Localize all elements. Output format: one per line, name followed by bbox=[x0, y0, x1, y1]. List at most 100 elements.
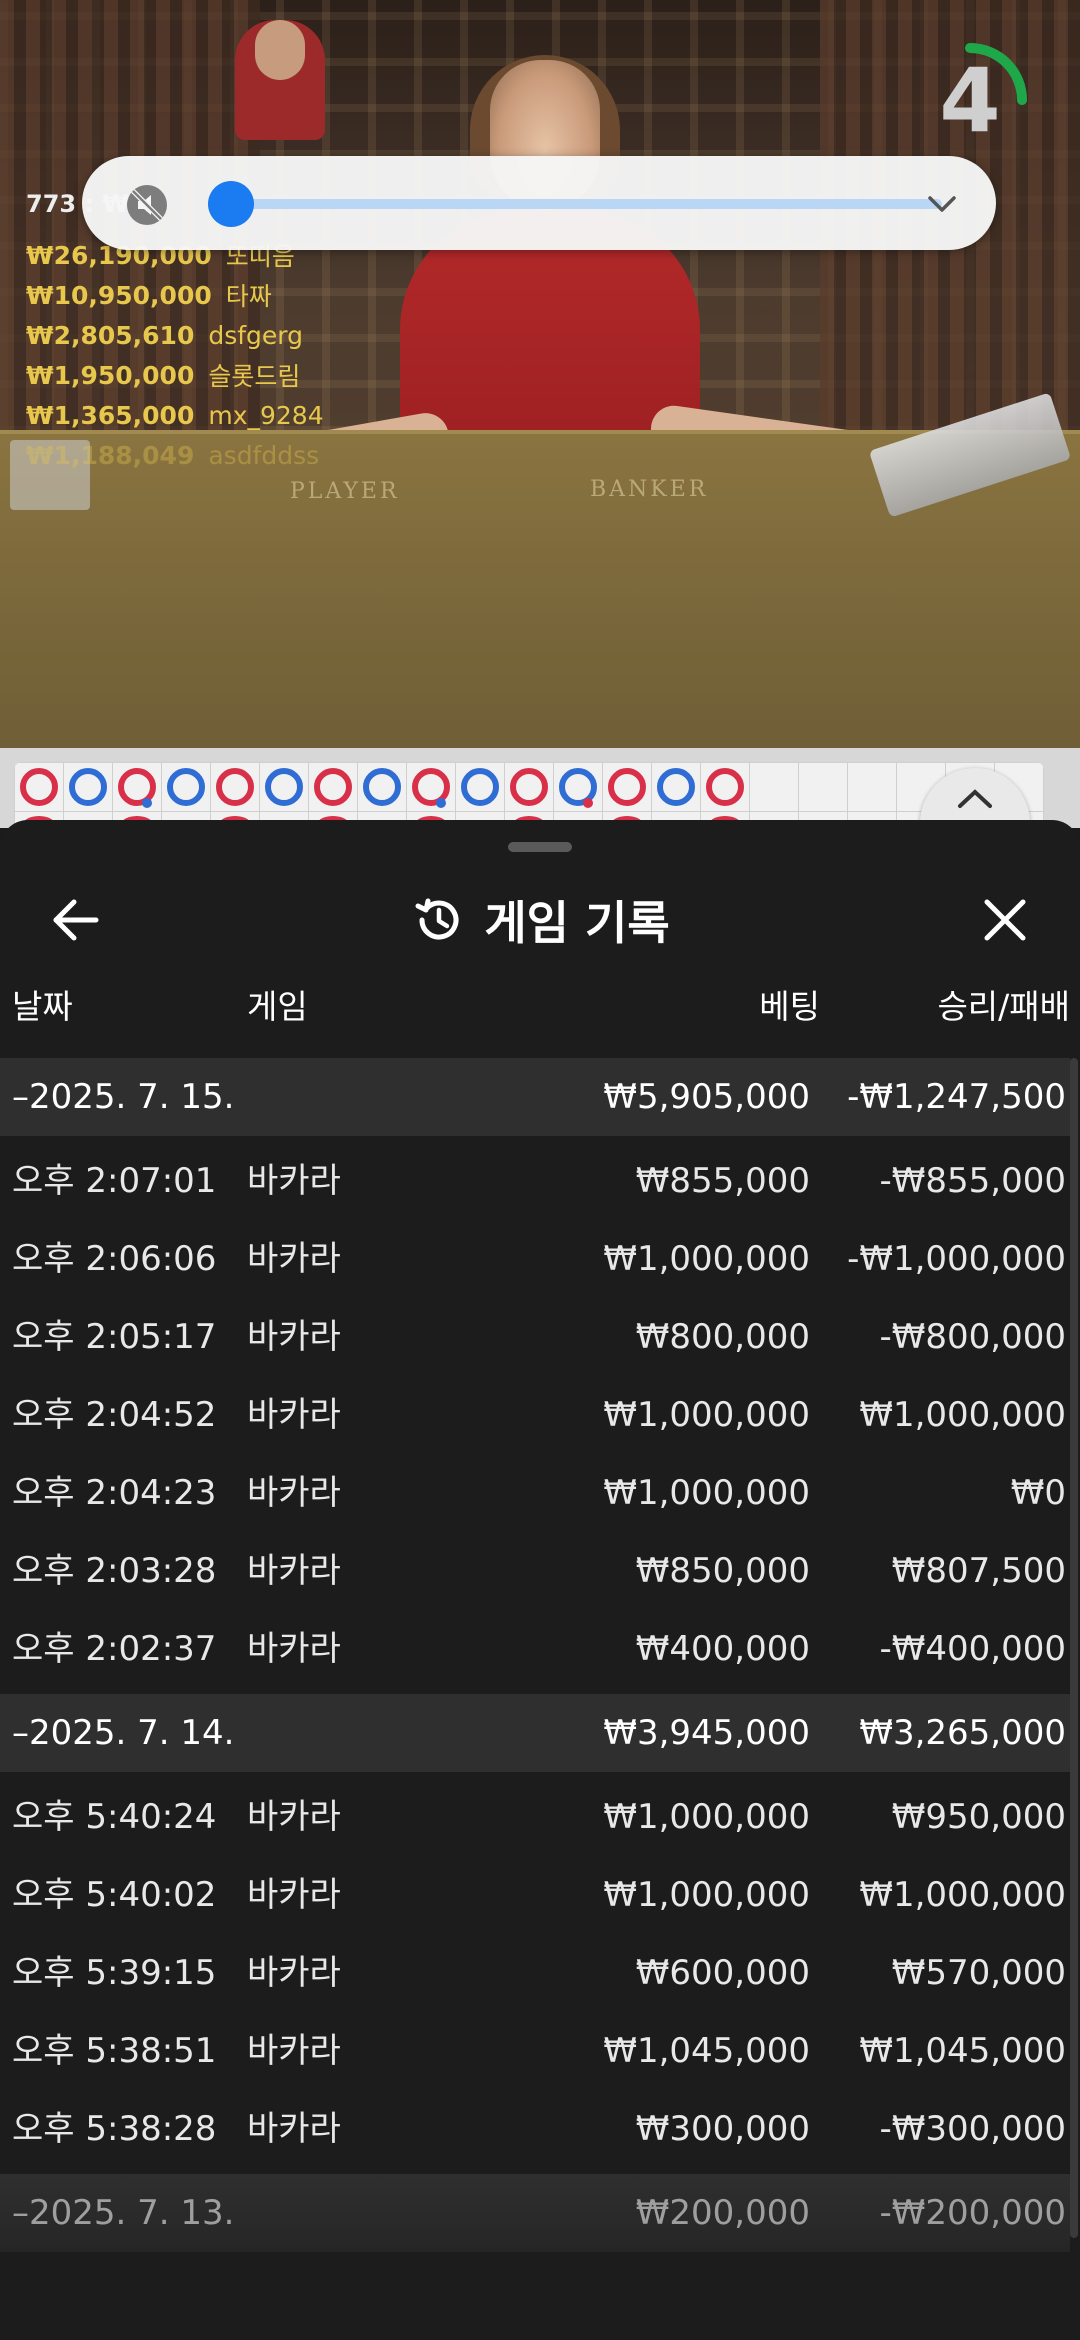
roadmap-bead-marker bbox=[583, 798, 593, 808]
winners-list: ₩26,190,000 또띠음 ₩10,950,000 타짜 ₩2,805,610 dsf… bbox=[26, 235, 324, 475]
group-bet-total: ₩3,945,000 bbox=[603, 1713, 810, 1753]
winner-amount: ₩2,805,610 bbox=[26, 320, 195, 350]
sheet-header: 게임 기록 bbox=[0, 880, 1080, 960]
row-bet: ₩1,000,000 bbox=[603, 1875, 810, 1915]
group-date: –2025. 7. 14. bbox=[12, 1713, 235, 1753]
roadmap-bead bbox=[216, 768, 254, 806]
volume-slider-track[interactable] bbox=[230, 199, 942, 209]
row-bet: ₩855,000 bbox=[635, 1161, 810, 1201]
winner-row: ₩10,950,000 타짜 bbox=[26, 275, 324, 315]
row-game: 바카라 bbox=[247, 1317, 341, 1357]
row-time: 오후 2:06:06 bbox=[12, 1239, 217, 1279]
table-row[interactable]: 오후 2:07:01 바카라 ₩855,000 -₩855,000 bbox=[0, 1142, 1070, 1220]
table-row[interactable]: 오후 2:04:52 바카라 ₩1,000,000 ₩1,000,000 bbox=[0, 1376, 1070, 1454]
row-time: 오후 2:04:23 bbox=[12, 1473, 217, 1513]
column-win-loss[interactable]: 승리/패배 bbox=[937, 980, 1070, 1028]
row-win-loss: ₩1,045,000 bbox=[859, 2031, 1066, 2071]
volume-muted-icon[interactable] bbox=[124, 182, 170, 228]
table-row[interactable]: 오후 2:05:17 바카라 ₩800,000 -₩800,000 bbox=[0, 1298, 1070, 1376]
banker-label: BANKER bbox=[590, 477, 709, 502]
row-win-loss: ₩1,000,000 bbox=[859, 1395, 1066, 1435]
bottom-fade bbox=[0, 2240, 1080, 2340]
table-row[interactable]: 오후 2:02:37 바카라 ₩400,000 -₩400,000 bbox=[0, 1610, 1070, 1688]
row-bet: ₩1,045,000 bbox=[603, 2031, 810, 2071]
winner-amount: ₩1,188,049 bbox=[26, 440, 195, 470]
row-win-loss: ₩950,000 bbox=[891, 1797, 1066, 1837]
winner-name: dsfgerg bbox=[208, 320, 303, 350]
date-group-row[interactable]: –2025. 7. 14. ₩3,945,000 ₩3,265,000 bbox=[0, 1694, 1070, 1772]
row-game: 바카라 bbox=[247, 2031, 341, 2071]
roadmap-bead-marker bbox=[436, 798, 446, 808]
hostess-head bbox=[255, 20, 305, 80]
winner-name: 타짜 bbox=[225, 282, 272, 311]
row-bet: ₩850,000 bbox=[635, 1551, 810, 1591]
row-bet: ₩400,000 bbox=[635, 1629, 810, 1669]
date-group-row[interactable]: –2025. 7. 15. ₩5,905,000 -₩1,247,500 bbox=[0, 1058, 1070, 1136]
roadmap-bead bbox=[20, 768, 58, 806]
row-win-loss: -₩300,000 bbox=[879, 2109, 1067, 2149]
history-icon bbox=[415, 898, 459, 940]
roadmap-bead bbox=[657, 768, 695, 806]
winner-row: ₩1,950,000 슬롯드림 bbox=[26, 355, 324, 395]
row-win-loss: ₩807,500 bbox=[891, 1551, 1066, 1591]
table-row[interactable]: 오후 5:40:24 바카라 ₩1,000,000 ₩950,000 bbox=[0, 1778, 1070, 1856]
row-time: 오후 2:03:28 bbox=[12, 1551, 217, 1591]
countdown-value: 4 bbox=[939, 48, 1001, 152]
row-game: 바카라 bbox=[247, 1473, 341, 1513]
table-row[interactable]: 오후 5:39:15 바카라 ₩600,000 ₩570,000 bbox=[0, 1934, 1070, 2012]
roadmap-bead bbox=[510, 768, 548, 806]
row-game: 바카라 bbox=[247, 1395, 341, 1435]
row-bet: ₩1,000,000 bbox=[603, 1797, 810, 1837]
row-game: 바카라 bbox=[247, 1239, 341, 1279]
column-bet[interactable]: 베팅 bbox=[759, 980, 820, 1028]
row-time: 오후 5:39:15 bbox=[12, 1953, 217, 1993]
chevron-up-icon bbox=[958, 789, 992, 808]
group-date: –2025. 7. 15. bbox=[12, 1077, 235, 1117]
row-game: 바카라 bbox=[247, 1797, 341, 1837]
row-time: 오후 2:05:17 bbox=[12, 1317, 217, 1357]
row-time: 오후 2:04:52 bbox=[12, 1395, 217, 1435]
roadmap-bead bbox=[706, 768, 744, 806]
row-game: 바카라 bbox=[247, 1161, 341, 1201]
table-row[interactable]: 오후 2:06:06 바카라 ₩1,000,000 -₩1,000,000 bbox=[0, 1220, 1070, 1298]
winner-amount: ₩10,950,000 bbox=[26, 280, 212, 310]
group-bet-total: ₩5,905,000 bbox=[603, 1077, 810, 1117]
live-video: PLAYER BANKER 773 : ₩ 0 ₩26,190,000또띠음₩1… bbox=[0, 0, 1080, 748]
column-date[interactable]: 날짜 bbox=[12, 980, 73, 1028]
countdown-timer: 4 bbox=[910, 40, 1030, 160]
history-table: –2025. 7. 15. ₩5,905,000 -₩1,247,500 오후 2:0… bbox=[0, 1058, 1070, 2252]
winner-row: ₩2,805,610 dsfgerg bbox=[26, 315, 324, 355]
bead-roadmap bbox=[0, 748, 1080, 878]
group-win-total: ₩3,265,000 bbox=[859, 1713, 1066, 1753]
table-row[interactable]: 오후 2:03:28 바카라 ₩850,000 ₩807,500 bbox=[0, 1532, 1070, 1610]
table-header: 날짜 게임 베팅 승리/패배 bbox=[0, 980, 1080, 1040]
table-row[interactable]: 오후 5:38:51 바카라 ₩1,045,000 ₩1,045,000 bbox=[0, 2012, 1070, 2090]
close-button[interactable] bbox=[970, 885, 1040, 955]
winner-row: ₩1,188,049 asdfddss bbox=[26, 435, 324, 475]
volume-popup[interactable] bbox=[82, 156, 996, 250]
close-icon bbox=[984, 899, 1026, 941]
row-game: 바카라 bbox=[247, 1551, 341, 1591]
game-history-sheet: 게임 기록 날짜 게임 베팅 승리/패배 –2025. 7. 15. ₩5,905… bbox=[0, 820, 1080, 2340]
roadmap-bead bbox=[69, 768, 107, 806]
table-row[interactable]: 오후 5:38:28 바카라 ₩300,000 -₩300,000 bbox=[0, 2090, 1070, 2168]
chevron-down-icon[interactable] bbox=[924, 186, 960, 222]
page-title: 게임 기록 bbox=[484, 896, 670, 950]
volume-slider-thumb[interactable] bbox=[208, 181, 254, 227]
winner-amount: ₩1,950,000 bbox=[26, 360, 195, 390]
table-row[interactable]: 오후 2:04:23 바카라 ₩1,000,000 ₩0 bbox=[0, 1454, 1070, 1532]
roadmap-bead-marker bbox=[142, 798, 152, 808]
row-game: 바카라 bbox=[247, 1875, 341, 1915]
roadmap-bead bbox=[314, 768, 352, 806]
row-win-loss: -₩800,000 bbox=[879, 1317, 1067, 1357]
row-game: 바카라 bbox=[247, 2109, 341, 2149]
row-game: 바카라 bbox=[247, 1953, 341, 1993]
row-time: 오후 5:38:51 bbox=[12, 2031, 217, 2071]
column-game[interactable]: 게임 bbox=[247, 980, 308, 1028]
table-row[interactable]: 오후 5:40:02 바카라 ₩1,000,000 ₩1,000,000 bbox=[0, 1856, 1070, 1934]
row-time: 오후 2:02:37 bbox=[12, 1629, 217, 1669]
sheet-drag-handle[interactable] bbox=[508, 842, 572, 852]
scrollbar[interactable] bbox=[1070, 1058, 1078, 2238]
row-win-loss: ₩0 bbox=[1010, 1473, 1066, 1513]
row-time: 오후 5:40:24 bbox=[12, 1797, 217, 1837]
